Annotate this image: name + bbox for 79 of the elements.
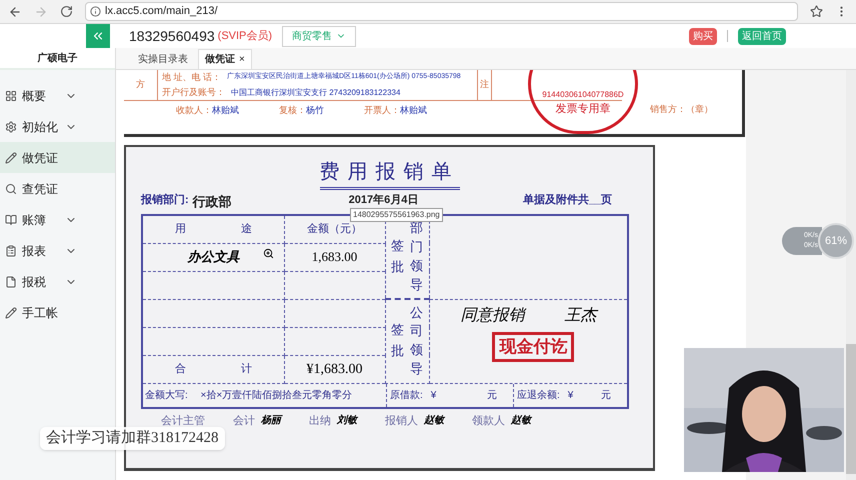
tab[interactable]: 做凭证 × <box>198 49 252 69</box>
tab[interactable]: 实操目录表 <box>132 49 194 69</box>
attachments-label: 单据及附件共__页 <box>522 192 612 208</box>
department-label: 报销部门: <box>141 192 189 208</box>
approval-label: 签批 <box>391 237 404 276</box>
signature-label: 会计主管 <box>161 414 205 428</box>
collapse-button[interactable] <box>86 24 110 48</box>
refund-label: 应退余额: <box>517 388 560 402</box>
unit-label: 元 <box>601 388 611 402</box>
currency-symbol: ¥ <box>568 388 574 402</box>
amount-in-words: 金额大写: ×拾×万壹仟陆佰捌拾叁元零角零分 <box>144 388 354 402</box>
reload-icon[interactable] <box>60 5 73 18</box>
file-tooltip: 1480295575561963.png <box>350 208 443 222</box>
remarks-label: 注 <box>480 78 489 92</box>
sidebar-item[interactable]: 报表 <box>0 235 115 266</box>
zoom-icon[interactable] <box>262 248 274 258</box>
borrowed-label: 原借款: <box>390 388 423 402</box>
membership-label: (SVIP会员) <box>218 28 272 44</box>
form-title: 费用报销单 <box>320 157 460 190</box>
column-header: 金额（元） <box>307 223 362 235</box>
pencil-icon <box>5 306 17 318</box>
back-icon[interactable] <box>8 4 22 18</box>
currency-symbol: ¥ <box>430 388 436 402</box>
bank-value: 中国工商银行深圳宝安支行 2743209183122334 <box>231 86 400 98</box>
phone-number: 18329560493 <box>129 26 215 46</box>
total-label: 合 计 <box>174 362 252 375</box>
settings-icon <box>5 120 17 132</box>
department-value: 行政部 <box>192 193 232 211</box>
usage-percent: 61% <box>824 234 848 249</box>
form-date: 2017年6月4日 <box>348 192 418 208</box>
company-name: 广硕电子 <box>38 51 78 66</box>
invoice-signer: 开票人：林贻斌 <box>364 104 427 118</box>
search-icon <box>5 182 17 194</box>
table-cell: 办公文具 <box>187 249 240 264</box>
invoice-stamp: 91440306104077886D 发票专用章 <box>528 70 638 134</box>
sidebar-item[interactable]: 概要 <box>0 80 115 111</box>
sidebar-item[interactable]: 查凭证 <box>0 173 115 204</box>
cash-paid-stamp: 现金付讫 <box>492 332 574 362</box>
unit-label: 元 <box>487 388 497 402</box>
group-notice-banner: 会计学习请加群318172428 <box>40 427 224 450</box>
sidebar-item[interactable]: 手工帐 <box>0 297 115 328</box>
clipboard-icon <box>5 244 17 256</box>
address-bar[interactable]: lx.acc5.com/main_213/ <box>85 2 798 21</box>
bookmark-star-icon[interactable] <box>810 5 823 18</box>
approval-opinion: 同意报销 <box>460 306 524 326</box>
invoice-signer: 收款人：林贻斌 <box>176 104 239 118</box>
book-icon <box>5 214 17 226</box>
company-leader-label: 公司领导 <box>410 304 423 378</box>
sidebar-item[interactable]: 报税 <box>0 266 115 297</box>
url-text: lx.acc5.com/main_213/ <box>105 4 218 20</box>
bank-label: 开户行及账号： <box>162 86 225 99</box>
signature-label: 领款人 <box>472 414 505 428</box>
sidebar-item[interactable]: 账簿 <box>0 204 115 235</box>
buyer-side-label: 方 <box>136 78 145 92</box>
signature-label: 会计 <box>233 414 255 428</box>
column-header: 用 途 <box>174 223 252 235</box>
buy-button[interactable]: 购买 <box>689 28 717 44</box>
department-leader-label: 部门领导 <box>410 219 423 294</box>
approver-signature: 王杰 <box>564 306 596 326</box>
signature-name: 杨丽 <box>261 414 281 428</box>
scrollbar[interactable] <box>846 70 856 480</box>
total-amount: ¥1,683.00 <box>306 362 362 376</box>
info-icon[interactable] <box>90 6 101 17</box>
approval-label: 签批 <box>391 321 404 360</box>
sidebar-item[interactable]: 初始化 <box>0 111 115 142</box>
invoice-signer: 复核：杨竹 <box>279 104 324 118</box>
sidebar-item[interactable]: 做凭证 <box>0 142 115 173</box>
signature-name: 赵敏 <box>511 414 531 428</box>
signature-label: 报销人 <box>385 414 418 428</box>
signature-name: 赵敏 <box>424 414 444 428</box>
signature-name: 刘敏 <box>337 413 357 428</box>
grid-icon <box>5 90 17 102</box>
close-icon[interactable]: × <box>239 52 245 67</box>
signature-label: 出纳 <box>309 414 331 428</box>
address-label: 地 址、电 话： <box>162 70 222 84</box>
pencil-icon <box>5 152 17 164</box>
file-icon <box>5 276 17 288</box>
seller-seal-label: 销售方：（章） <box>650 103 713 116</box>
table-cell: 1,683.00 <box>312 249 358 264</box>
